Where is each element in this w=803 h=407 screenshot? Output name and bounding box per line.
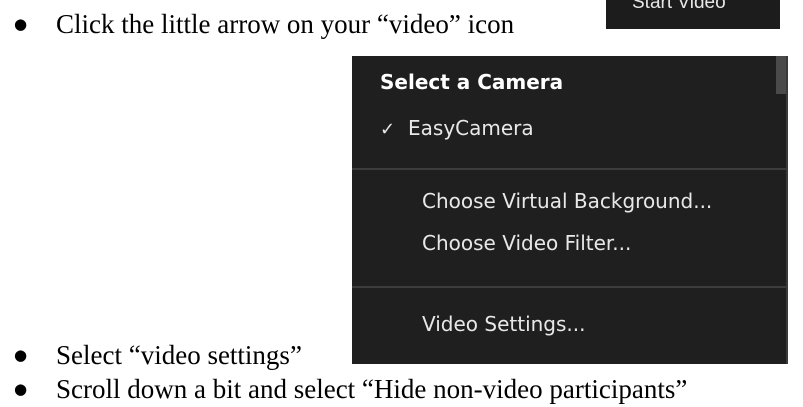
menu-item-video-settings[interactable]: Video Settings...: [422, 312, 586, 336]
instruction-3-text: Scroll down a bit and select “Hide non-v…: [56, 374, 688, 404]
menu-item-virtual-background[interactable]: Choose Virtual Background...: [422, 189, 712, 213]
bullet-icon: ●: [14, 15, 28, 33]
instruction-2: ● Select “video settings”: [0, 339, 302, 371]
menu-item-video-filter[interactable]: Choose Video Filter...: [422, 231, 631, 255]
start-video-label: Start Video: [632, 0, 726, 13]
menu-divider: [352, 286, 786, 288]
start-video-button[interactable]: Start Video: [606, 0, 780, 29]
instruction-2-text: Select “video settings”: [56, 340, 302, 370]
camera-menu: Select a Camera ✓ EasyCamera Choose Virtu…: [352, 56, 788, 364]
checkmark-icon: ✓: [380, 119, 396, 140]
instruction-1-text: Click the little arrow on your “video” i…: [56, 9, 515, 39]
menu-item-easycamera[interactable]: ✓ EasyCamera: [380, 116, 534, 140]
menu-divider: [352, 168, 786, 170]
menu-item-easycamera-label: EasyCamera: [408, 116, 534, 140]
menu-scrollbar[interactable]: [776, 56, 786, 94]
menu-header: Select a Camera: [380, 70, 564, 94]
instruction-1: ● Click the little arrow on your “video” …: [0, 8, 514, 40]
bullet-icon: ●: [14, 380, 28, 398]
bullet-icon: ●: [14, 346, 28, 364]
instruction-3: ● Scroll down a bit and select “Hide non-…: [0, 373, 687, 405]
